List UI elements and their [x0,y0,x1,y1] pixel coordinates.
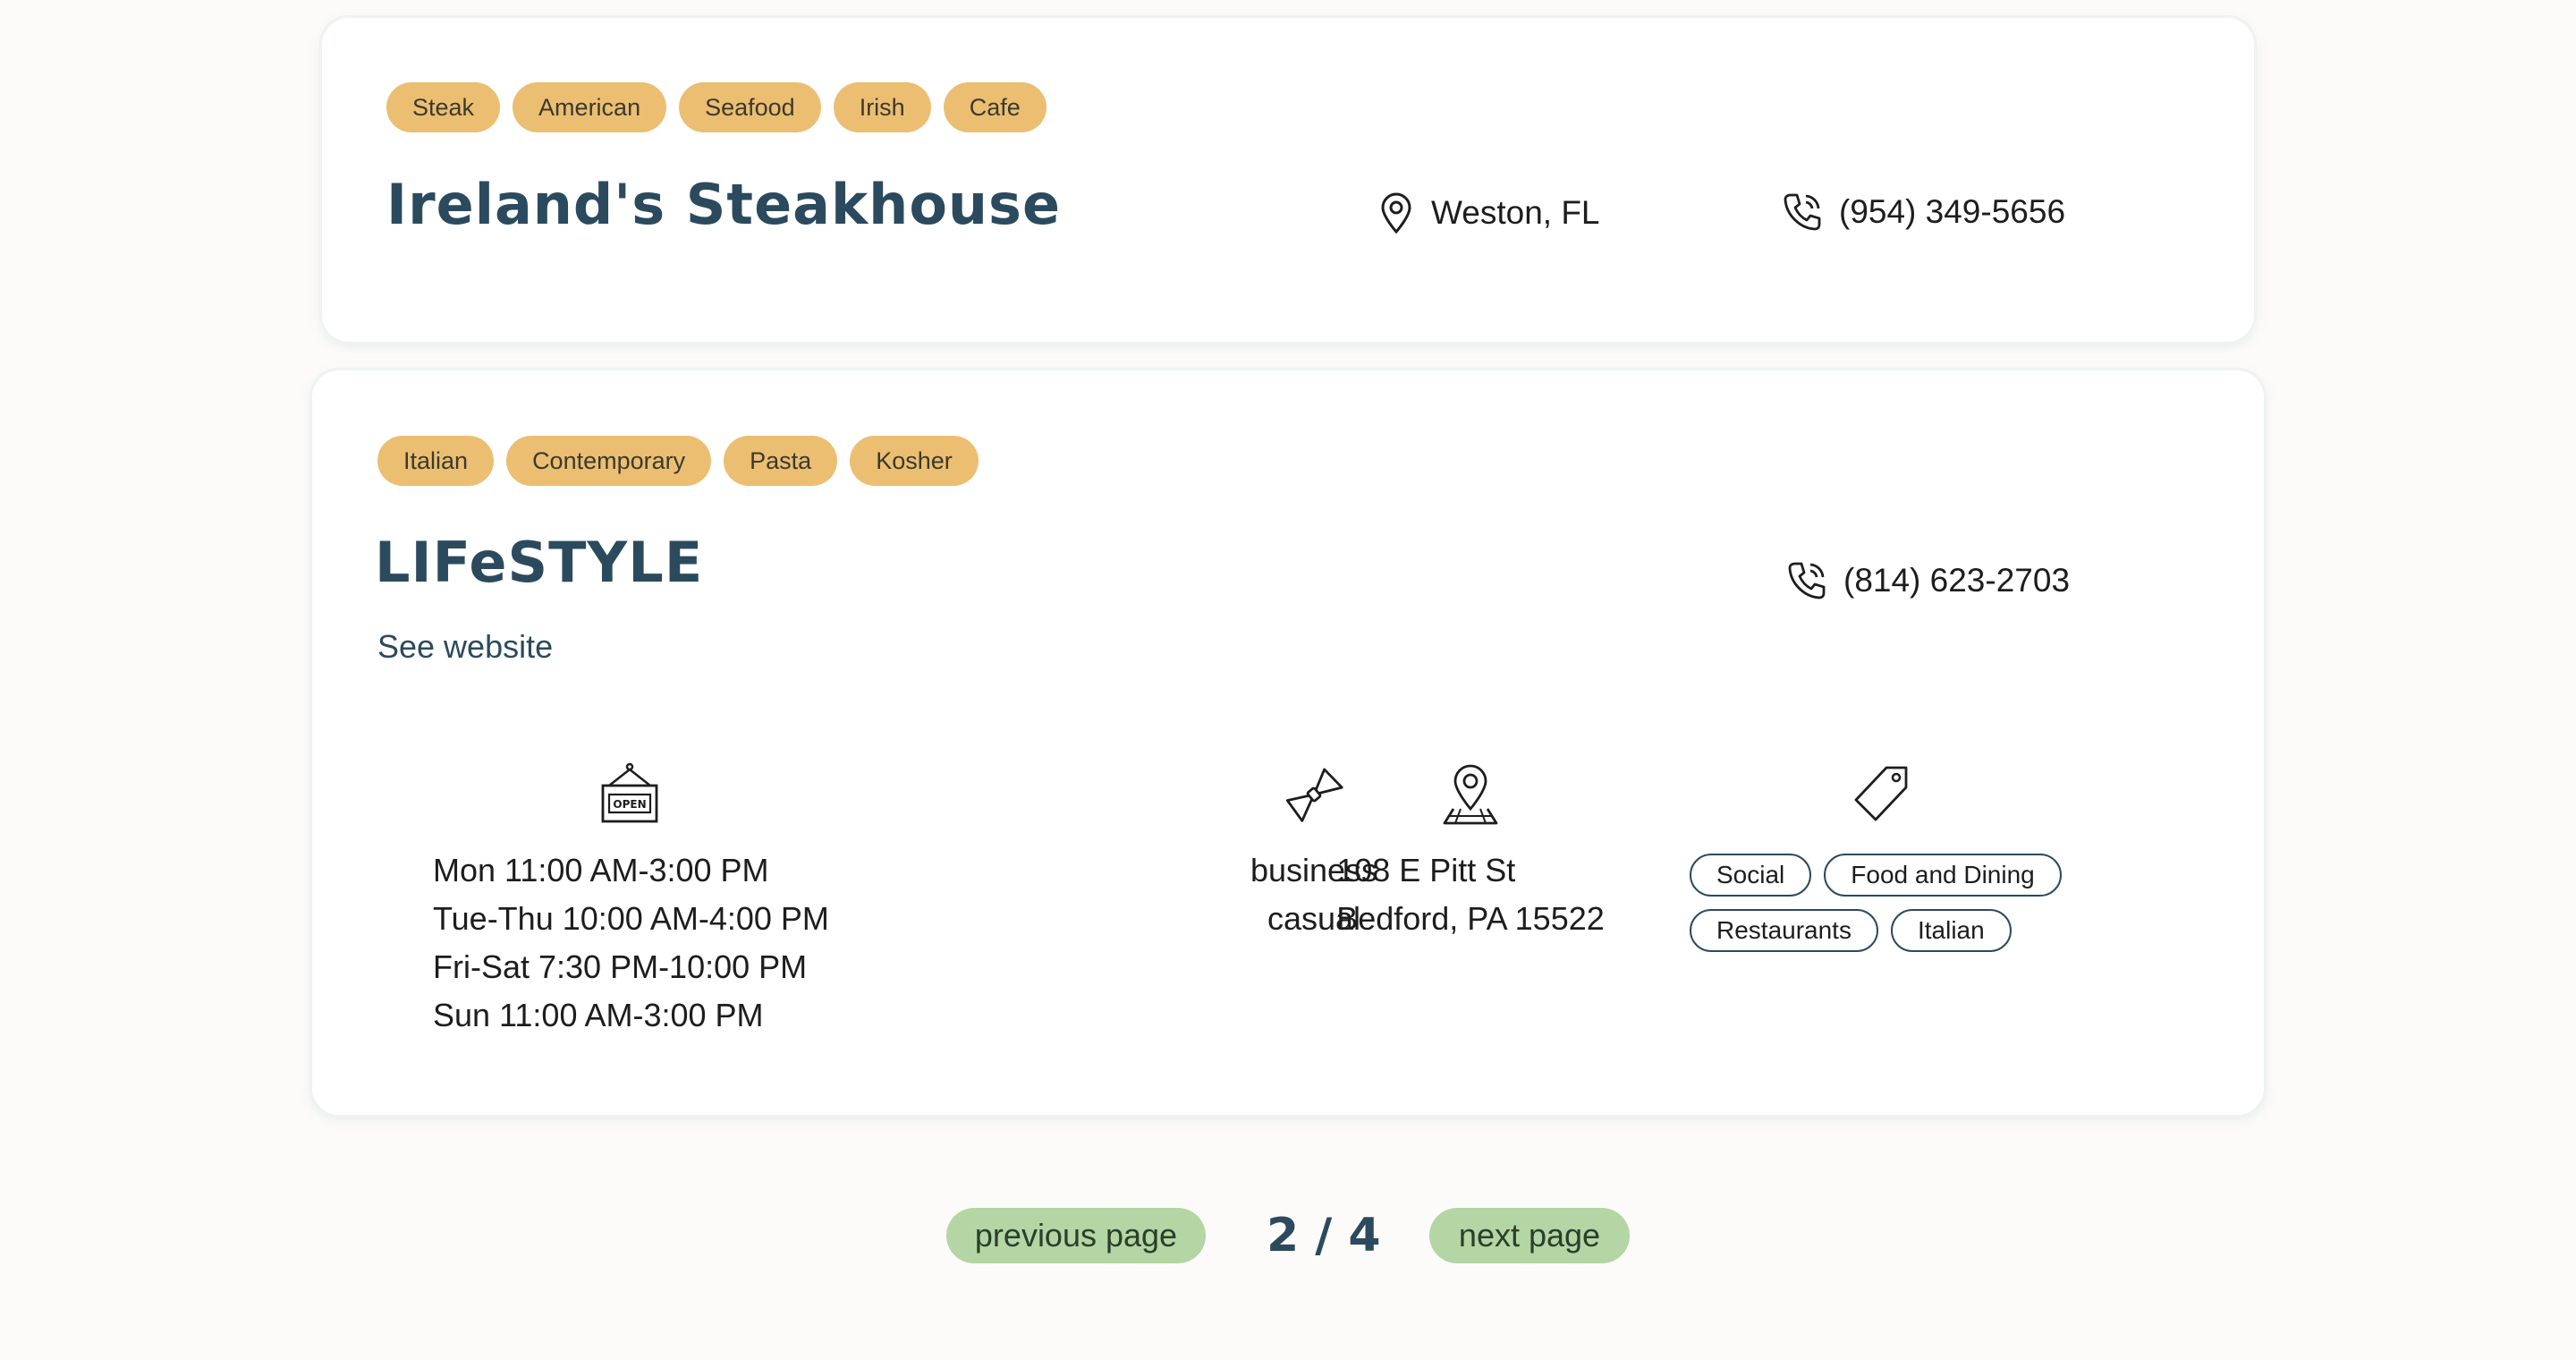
restaurant-name: LIFeSTYLE [375,530,704,595]
hours-section: OPEN Mon 11:00 AM-3:00 PM Tue-Thu 10:00 … [433,759,829,1040]
cuisine-tags: Steak American Seafood Irish Cafe [386,82,1046,132]
cuisine-tag: Seafood [679,82,821,132]
cuisine-tag: Italian [377,436,495,486]
hours-line: Tue-Thu 10:00 AM-4:00 PM [433,900,829,937]
restaurant-card: Steak American Seafood Irish Cafe Irelan… [322,18,2254,342]
cuisine-tag: Contemporary [506,436,712,486]
website-link[interactable]: See website [377,628,553,666]
cuisine-tag: American [513,82,667,132]
category-chip[interactable]: Food and Dining [1824,854,2062,897]
category-chip[interactable]: Restaurants [1690,909,1878,952]
address-section: 108 E Pitt St Bedford, PA 15522 [1274,759,1667,943]
restaurant-card: Italian Contemporary Pasta Kosher LIFeST… [312,370,2264,1115]
categories-section: Social Food and Dining Restaurants Itali… [1676,759,2088,952]
price-tag-icon [1854,766,1908,821]
phone-icon [1788,562,1826,599]
cuisine-tag: Irish [833,82,931,132]
hours-line: Mon 11:00 AM-3:00 PM [433,852,769,888]
cuisine-tag: Kosher [850,436,979,486]
map-pin-icon [1443,764,1498,825]
phone-number: (954) 349-5656 [1839,193,2066,230]
hours-line: Sun 11:00 AM-3:00 PM [433,997,764,1033]
svg-text:OPEN: OPEN [613,798,646,811]
category-chips: Social Food and Dining Restaurants Itali… [1690,854,2074,952]
address-line: Bedford, PA 15522 [1336,900,1605,937]
cuisine-tag: Pasta [724,436,838,486]
phone-info[interactable]: (814) 623-2703 [1786,560,2070,601]
cuisine-tag: Steak [386,82,501,132]
phone-info[interactable]: (954) 349-5656 [1782,191,2065,233]
next-page-button[interactable]: next page [1429,1208,1630,1263]
category-chip[interactable]: Social [1690,854,1812,897]
cuisine-tag: Cafe [943,82,1046,132]
location-info: Weston, FL [1377,191,1600,234]
phone-icon [1784,193,1821,231]
cuisine-tags: Italian Contemporary Pasta Kosher [377,436,979,486]
phone-number: (814) 623-2703 [1843,562,2071,599]
page-indicator: 2 / 4 [1267,1209,1381,1262]
pagination: previous page 2 / 4 next page [0,1208,2576,1265]
location-text: Weston, FL [1431,194,1600,231]
address-line: 108 E Pitt St [1336,852,1516,888]
hours-line: Fri-Sat 7:30 PM-10:00 PM [433,948,808,985]
category-chip[interactable]: Italian [1890,909,2012,952]
restaurant-name: Ireland's Steakhouse [386,172,1062,237]
open-sign-icon: OPEN [601,762,658,823]
location-pin-icon [1381,192,1411,234]
previous-page-button[interactable]: previous page [946,1208,1206,1263]
